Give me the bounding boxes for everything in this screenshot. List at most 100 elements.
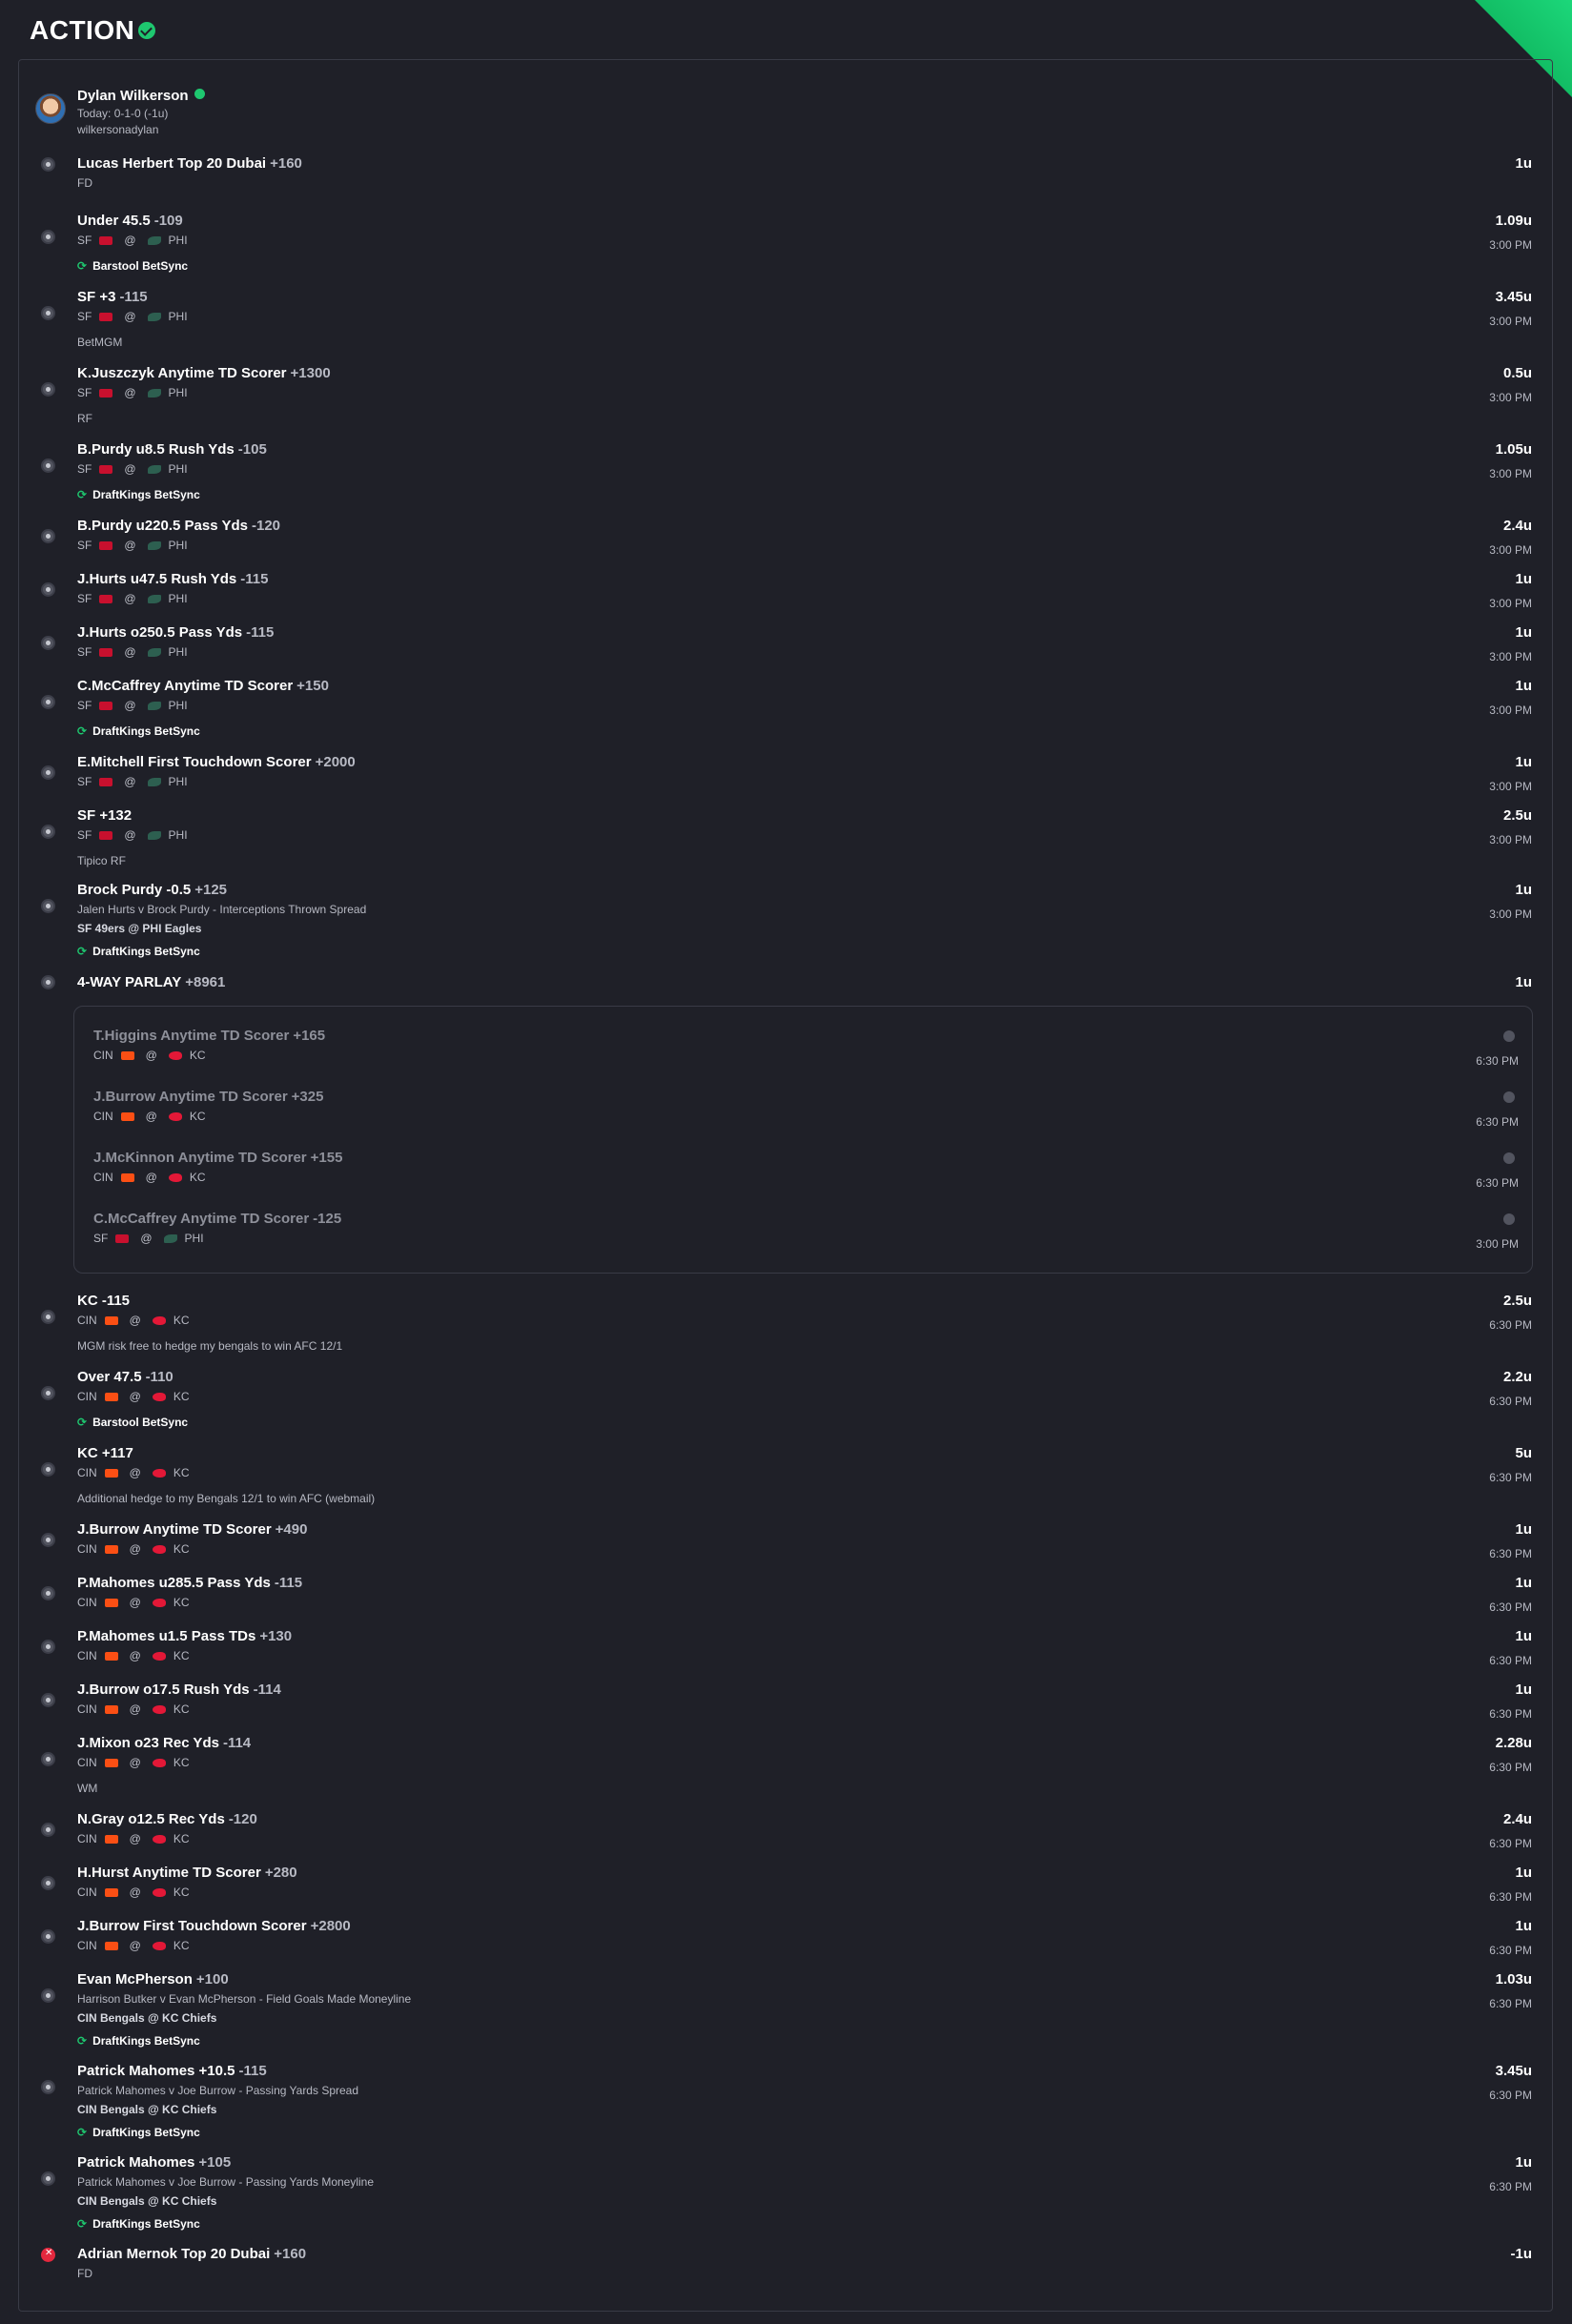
bet-row[interactable]: Over 47.5 -110 2.2u 6:30 PM CIN @ KC ⟳ Barstool … (0, 1369, 1572, 1429)
pending-status-icon (41, 157, 55, 172)
bet-row[interactable]: B.Purdy u8.5 Rush Yds -105 1.05u 3:00 PM SF @… (0, 441, 1572, 501)
bet-row[interactable]: J.Burrow First Touchdown Scorer +2800 1u 6:… (0, 1918, 1572, 1975)
bet-row[interactable]: P.Mahomes u1.5 Pass TDs +130 1u 6:30 PM CIN @… (0, 1628, 1572, 1685)
refresh-icon: ⟳ (77, 724, 88, 738)
bet-row[interactable]: J.Burrow o17.5 Rush Yds -114 1u 6:30 PM CIN @… (0, 1682, 1572, 1739)
pending-status-icon (41, 1823, 55, 1837)
game-time: 6:30 PM (1489, 1395, 1532, 1408)
bet-title: J.Hurts u47.5 Rush Yds -115 (77, 571, 268, 587)
bet-row[interactable]: H.Hurst Anytime TD Scorer +280 1u 6:30 PM CI… (0, 1865, 1572, 1922)
bet-selection: J.Burrow First Touchdown Scorer (77, 1918, 307, 1934)
bet-odds: +100 (195, 1971, 229, 1988)
bet-row[interactable]: Patrick Mahomes +10.5 -115 3.45u 6:30 PM Pat… (0, 2063, 1572, 2139)
at-symbol: @ (124, 539, 136, 552)
bet-selection: SF +3 (77, 289, 116, 305)
bet-row[interactable]: E.Mitchell First Touchdown Scorer +2000 1u… (0, 754, 1572, 811)
bet-odds: +2000 (315, 754, 356, 770)
parlay-leg[interactable]: C.McCaffrey Anytime TD Scorer -125 SF @ PHI 3… (74, 1211, 1534, 1268)
kc-logo-icon (152, 1544, 166, 1554)
leg-time: 3:00 PM (1476, 1237, 1519, 1251)
phi-logo-icon (163, 1233, 177, 1243)
bet-row[interactable]: P.Mahomes u285.5 Pass Yds -115 1u 6:30 PM CI… (0, 1575, 1572, 1632)
leg-pending-icon (1503, 1152, 1515, 1164)
game-time: 6:30 PM (1489, 1837, 1532, 1850)
betsync-label[interactable]: ⟳ DraftKings BetSync (77, 2034, 200, 2048)
pending-status-icon (41, 695, 55, 709)
betsync-label[interactable]: ⟳ Barstool BetSync (77, 1416, 188, 1429)
at-symbol: @ (129, 1832, 141, 1845)
bet-row[interactable]: J.Burrow Anytime TD Scorer +490 1u 6:30 PM C… (0, 1521, 1572, 1579)
away-team: SF (77, 828, 92, 842)
bet-row[interactable]: N.Gray o12.5 Rec Yds -120 2.4u 6:30 PM CIN @ K… (0, 1811, 1572, 1868)
game-time: 6:30 PM (1489, 1890, 1532, 1904)
at-symbol: @ (124, 462, 136, 476)
bet-odds: +150 (296, 678, 329, 694)
bet-row[interactable]: Lucas Herbert Top 20 Dubai +160 1u FD (0, 155, 1572, 213)
profile-name[interactable]: Dylan Wilkerson (77, 88, 205, 104)
bet-row[interactable]: K.Juszczyk Anytime TD Scorer +1300 0.5u 3:0… (0, 365, 1572, 425)
betsync-label[interactable]: ⟳ DraftKings BetSync (77, 724, 200, 738)
bet-description: Patrick Mahomes v Joe Burrow - Passing Y… (77, 2084, 359, 2097)
bet-title: Under 45.5 -109 (77, 213, 183, 229)
bet-note: Additional hedge to my Bengals 12/1 to w… (77, 1492, 376, 1505)
parlay-leg[interactable]: T.Higgins Anytime TD Scorer +165 CIN @ KC 6:3… (74, 1028, 1534, 1085)
cin-logo-icon (104, 1598, 118, 1607)
betsync-text: Barstool BetSync (92, 259, 189, 273)
betsync-label[interactable]: ⟳ DraftKings BetSync (77, 945, 200, 958)
bet-units: 1.05u (1495, 441, 1532, 458)
bet-row[interactable]: KC -115 2.5u 6:30 PM CIN @ KC MGM risk free to… (0, 1293, 1572, 1353)
bet-row[interactable]: Evan McPherson +100 1.03u 6:30 PM Harrison B… (0, 1971, 1572, 2048)
bet-title: Adrian Mernok Top 20 Dubai +160 (77, 2246, 306, 2262)
bet-row[interactable]: B.Purdy u220.5 Pass Yds -120 2.4u 3:00 PM SF… (0, 518, 1572, 575)
bet-row[interactable]: J.Mixon o23 Rec Yds -114 2.28u 6:30 PM CIN @ K… (0, 1735, 1572, 1795)
bet-row[interactable]: J.Hurts o250.5 Pass Yds -115 1u 3:00 PM SF @ P… (0, 624, 1572, 682)
bet-odds: +105 (198, 2154, 232, 2171)
action-logo[interactable]: ACTION (30, 15, 156, 46)
at-symbol: @ (129, 1756, 141, 1769)
away-team: CIN (77, 1390, 97, 1403)
avatar[interactable] (35, 93, 66, 124)
bet-row[interactable]: C.McCaffrey Anytime TD Scorer +150 1u 3:00 … (0, 678, 1572, 738)
parlay-leg[interactable]: J.Burrow Anytime TD Scorer +325 CIN @ KC 6:30… (74, 1089, 1534, 1146)
betsync-label[interactable]: ⟳ Barstool BetSync (77, 259, 188, 273)
home-team: KC (173, 1939, 190, 1952)
bet-row[interactable]: Under 45.5 -109 1.09u 3:00 PM SF @ PHI ⟳ Barstoo… (0, 213, 1572, 273)
bet-selection: N.Gray o12.5 Rec Yds (77, 1811, 225, 1827)
sf-logo-icon (99, 647, 113, 657)
bet-row[interactable]: SF +132 2.5u 3:00 PM SF @ PHI Tipico RF (0, 807, 1572, 867)
at-symbol: @ (145, 1110, 157, 1123)
leg-selection: J.Burrow Anytime TD Scorer (93, 1089, 288, 1105)
parlay-leg[interactable]: J.McKinnon Anytime TD Scorer +155 CIN @ KC 6:… (74, 1150, 1534, 1207)
pending-status-icon (41, 529, 55, 543)
phi-logo-icon (147, 464, 161, 474)
bet-selection: 4-WAY PARLAY (77, 974, 182, 990)
bet-selection: J.Mixon o23 Rec Yds (77, 1735, 219, 1751)
leg-pending-icon (1503, 1213, 1515, 1225)
bet-row[interactable]: Brock Purdy -0.5 +125 1u 3:00 PM Jalen Hurts… (0, 882, 1572, 958)
matchup: SF @ PHI (77, 310, 188, 323)
betsync-label[interactable]: ⟳ DraftKings BetSync (77, 2126, 200, 2139)
at-symbol: @ (145, 1171, 157, 1184)
bet-row[interactable]: KC +117 5u 6:30 PM CIN @ KC Additional hedge t… (0, 1445, 1572, 1505)
bet-selection: E.Mitchell First Touchdown Scorer (77, 754, 312, 770)
bet-title: B.Purdy u8.5 Rush Yds -105 (77, 441, 267, 458)
leg-title: T.Higgins Anytime TD Scorer +165 (93, 1028, 325, 1044)
betsync-label[interactable]: ⟳ DraftKings BetSync (77, 2217, 200, 2231)
bet-note: Tipico RF (77, 854, 126, 867)
phi-logo-icon (147, 594, 161, 603)
betsync-text: DraftKings BetSync (92, 488, 200, 501)
home-team: KC (173, 1466, 190, 1479)
betsync-label[interactable]: ⟳ DraftKings BetSync (77, 488, 200, 501)
bet-odds: -110 (145, 1369, 174, 1385)
bet-odds: +160 (270, 155, 302, 172)
bet-row[interactable]: Patrick Mahomes +105 1u 6:30 PM Patrick Maho… (0, 2154, 1572, 2231)
verified-icon (194, 89, 205, 99)
bet-row[interactable]: Adrian Mernok Top 20 Dubai+160 -1u FD (0, 2246, 1572, 2303)
bet-selection: KC +117 (77, 1445, 133, 1461)
bet-row[interactable]: J.Hurts u47.5 Rush Yds -115 1u 3:00 PM SF @ PH… (0, 571, 1572, 628)
refresh-icon: ⟳ (77, 1416, 88, 1429)
leg-time: 6:30 PM (1476, 1176, 1519, 1190)
refresh-icon: ⟳ (77, 945, 88, 958)
cin-logo-icon (104, 1834, 118, 1844)
bet-row[interactable]: SF +3 -115 3.45u 3:00 PM SF @ PHI BetMGM (0, 289, 1572, 349)
